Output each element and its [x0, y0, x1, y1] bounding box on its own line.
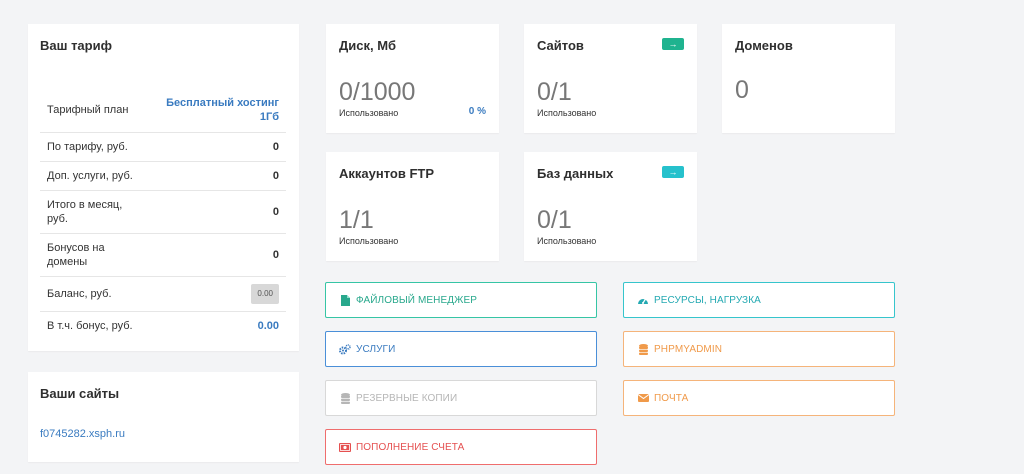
file-manager-label: Файловый менеджер	[356, 294, 478, 306]
domains-stat-card: Доменов 0	[722, 24, 895, 133]
backups-button[interactable]: Резервные копии	[325, 380, 597, 416]
mail-button[interactable]: Почта	[623, 380, 895, 416]
disk-value: 0/1000	[339, 78, 416, 106]
table-row: Бонусов на домены 0	[40, 233, 286, 277]
sites-title: Ваши сайты	[40, 386, 120, 401]
tariff-price-value: 0	[140, 132, 286, 162]
disk-title: Диск, Мб	[339, 38, 397, 53]
backups-label: Резервные копии	[356, 392, 458, 404]
extra-services-label: Доп. услуги, руб.	[40, 161, 140, 191]
table-row: Тарифный план Бесплатный хостинг 1Гб	[40, 94, 286, 133]
tariff-plan-label: Тарифный план	[47, 104, 129, 116]
domains-value: 0	[735, 76, 749, 104]
bonus-included-label: В т.ч. бонус, руб.	[40, 311, 140, 340]
gears-icon	[339, 343, 351, 355]
db-title: Баз данных	[537, 166, 614, 181]
topup-label: Пополнение счета	[356, 441, 465, 453]
table-row: Баланс, руб. 0.00	[40, 276, 286, 312]
phpmyadmin-button[interactable]: phpMyAdmin	[623, 331, 895, 367]
sites-card: Ваши сайты f0745282.xsph.ru	[28, 372, 299, 462]
monthly-total-label: Итого в месяц, руб.	[40, 190, 140, 234]
database-icon	[637, 343, 649, 355]
topup-button[interactable]: Пополнение счета	[325, 429, 597, 465]
site-link[interactable]: f0745282.xsph.ru	[40, 428, 125, 440]
mail-label: Почта	[654, 392, 689, 404]
disk-percent: 0 %	[468, 106, 486, 117]
ftp-used-label: Использовано	[339, 236, 399, 246]
file-manager-button[interactable]: Файловый менеджер	[325, 282, 597, 318]
services-button[interactable]: Услуги	[325, 331, 597, 367]
phpmyadmin-label: phpMyAdmin	[654, 343, 723, 355]
balance-label: Баланс, руб.	[40, 276, 140, 312]
tariff-card: Ваш тариф Тарифный план Бесплатный хости…	[28, 24, 299, 351]
balance-badge: 0.00	[251, 284, 279, 304]
domain-bonus-label: Бонусов на домены	[40, 233, 140, 277]
file-icon	[339, 294, 351, 306]
disk-stat-card: Диск, Мб 0/1000 Использовано 0 %	[326, 24, 499, 133]
tariff-table: Тарифный план Бесплатный хостинг 1Гб По …	[40, 94, 286, 340]
arrow-right-icon[interactable]: →	[662, 166, 684, 178]
sites-count-title: Сайтов	[537, 38, 584, 53]
table-row: Доп. услуги, руб. 0	[40, 161, 286, 191]
resources-label: Ресурсы, нагрузка	[654, 294, 761, 306]
money-icon	[339, 441, 351, 453]
ftp-title: Аккаунтов FTP	[339, 166, 435, 181]
envelope-icon	[637, 392, 649, 404]
domain-bonus-value: 0	[140, 233, 286, 277]
monthly-total-value: 0	[140, 190, 286, 234]
tariff-title: Ваш тариф	[40, 38, 112, 53]
tariff-plan-value[interactable]: Бесплатный хостинг 1Гб	[140, 94, 286, 133]
db-stat-card: Баз данных → 0/1 Использовано	[524, 152, 697, 261]
services-label: Услуги	[356, 343, 396, 355]
table-row: В т.ч. бонус, руб. 0.00	[40, 311, 286, 340]
resources-button[interactable]: Ресурсы, нагрузка	[623, 282, 895, 318]
gauge-icon	[637, 294, 649, 306]
extra-services-value: 0	[140, 161, 286, 191]
table-row: Итого в месяц, руб. 0	[40, 190, 286, 234]
sites-stat-card: Сайтов → 0/1 Использовано	[524, 24, 697, 133]
tariff-price-label: По тарифу, руб.	[40, 132, 140, 162]
domains-title: Доменов	[735, 38, 793, 53]
sites-used-label: Использовано	[537, 108, 597, 118]
arrow-right-icon[interactable]: →	[662, 38, 684, 50]
db-value: 0/1	[537, 206, 572, 234]
ftp-value: 1/1	[339, 206, 374, 234]
ftp-stat-card: Аккаунтов FTP 1/1 Использовано	[326, 152, 499, 261]
disk-used-label: Использовано	[339, 108, 399, 118]
table-row: По тарифу, руб. 0	[40, 132, 286, 162]
database-icon	[339, 392, 351, 404]
db-used-label: Использовано	[537, 236, 597, 246]
sites-count-value: 0/1	[537, 78, 572, 106]
bonus-included-value: 0.00	[140, 311, 286, 340]
